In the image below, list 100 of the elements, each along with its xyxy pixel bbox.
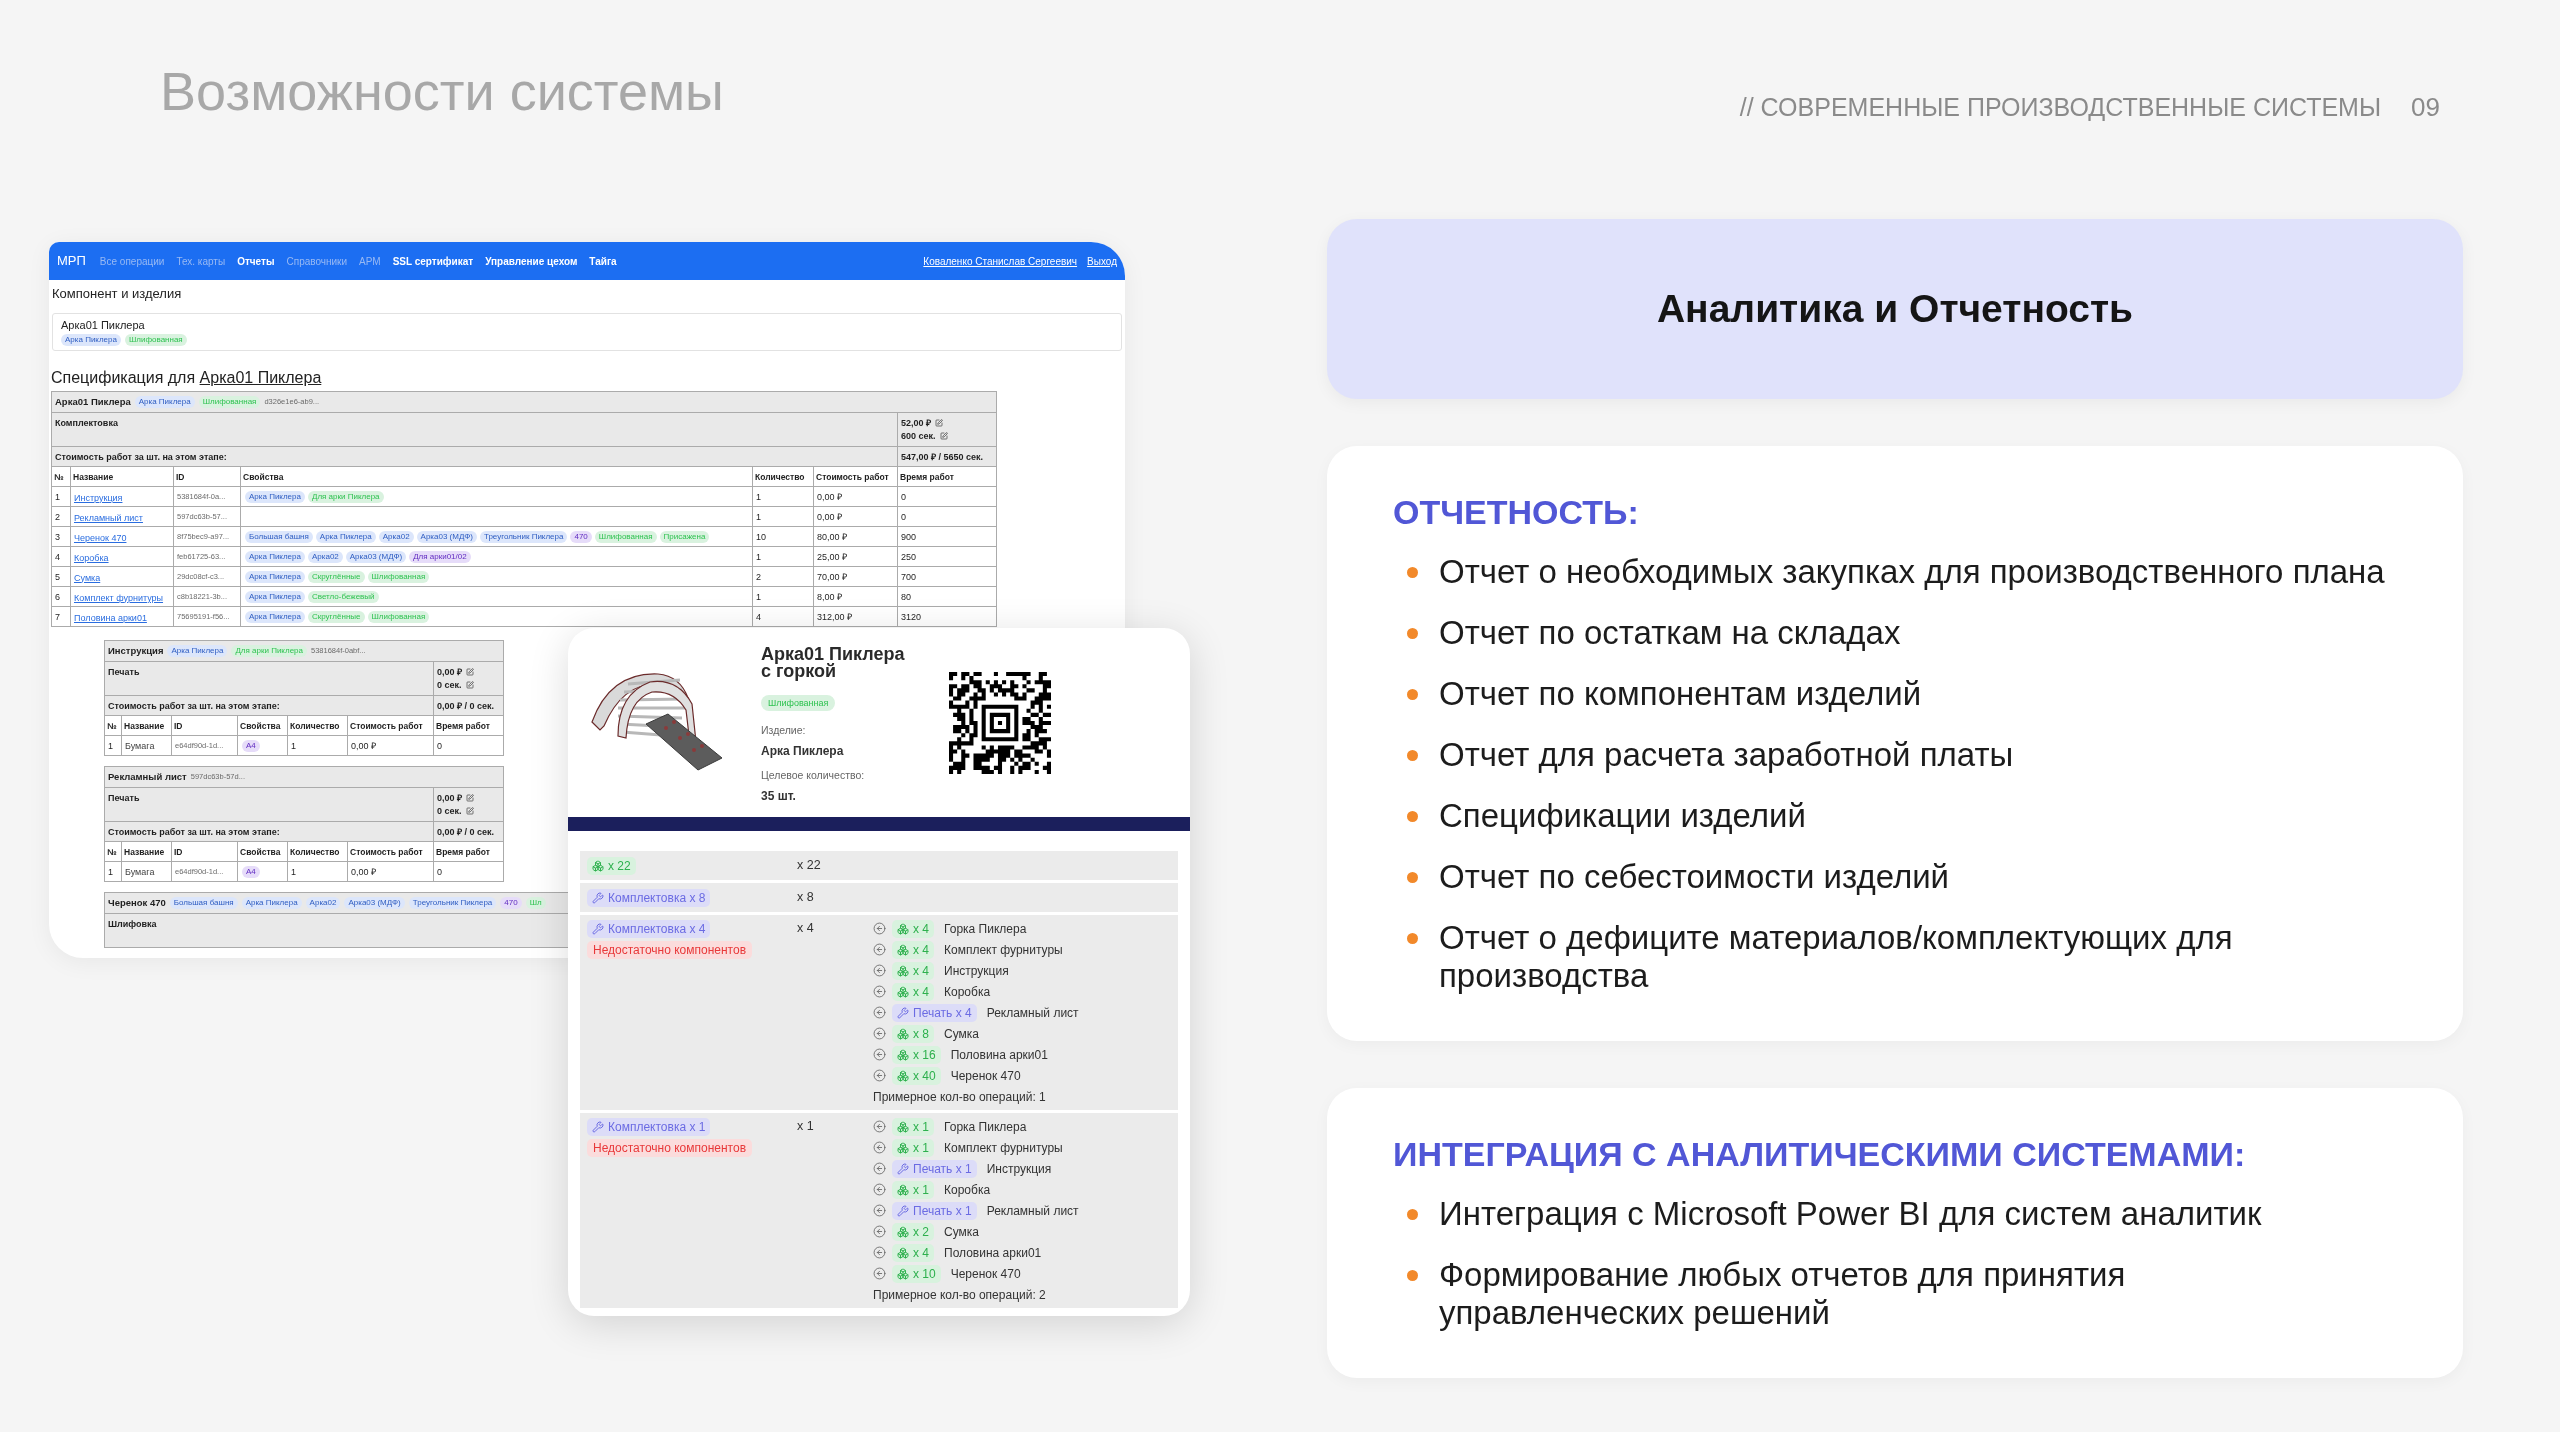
- arrow-left-icon[interactable]: [873, 964, 886, 977]
- arrow-left-icon[interactable]: [873, 1246, 886, 1259]
- table-cell: 8,00 ₽: [813, 586, 898, 607]
- component-name: Инструкция: [944, 962, 1009, 980]
- table-cell: 0,00 ₽ / 0 сек.: [433, 821, 504, 842]
- table-cell: Печать: [104, 787, 434, 822]
- edit-icon[interactable]: [935, 418, 944, 427]
- warning-badge: Недостаточно компонентов: [587, 1138, 752, 1157]
- field-value: 35 шт.: [761, 789, 797, 803]
- table-cell: 80,00 ₽: [813, 526, 898, 547]
- edit-icon[interactable]: [939, 431, 948, 440]
- property-tag: Арка Пиклера: [61, 334, 121, 346]
- property-tag: Треугольник Пиклера: [408, 897, 497, 909]
- column-header: Название: [121, 841, 172, 862]
- app-logo[interactable]: МРП: [57, 251, 86, 271]
- section-heading: ОТЧЕТНОСТЬ:: [1393, 492, 1640, 532]
- badge-text: x 4: [913, 984, 929, 999]
- arrow-left-icon[interactable]: [873, 1267, 886, 1280]
- arrow-left-icon[interactable]: [873, 1183, 886, 1196]
- edit-icon[interactable]: [465, 806, 474, 815]
- badge-text: Печать x 1: [913, 1203, 972, 1218]
- arrow-left-icon[interactable]: [873, 985, 886, 998]
- table-cell: 5: [51, 566, 71, 587]
- bullet-icon: [1407, 628, 1418, 639]
- spec-title: Арка01 Пиклера: [55, 396, 131, 408]
- logout-link[interactable]: Выход: [1087, 253, 1117, 269]
- arrow-left-icon[interactable]: [873, 922, 886, 935]
- table-cell: 250: [897, 546, 997, 567]
- wrench-icon: [897, 1204, 909, 1217]
- nav-link[interactable]: Тайга: [589, 253, 617, 269]
- badge-text: Печать x 1: [913, 1161, 972, 1176]
- edit-icon[interactable]: [466, 793, 475, 802]
- table-cell: 1: [752, 586, 814, 607]
- property-tag: Арка Пиклера: [245, 550, 305, 563]
- operations-estimate: Примерное кол-во операций: 1: [873, 1088, 1046, 1106]
- column-header: Название: [70, 466, 174, 487]
- column-header: ID: [173, 466, 241, 487]
- badge-text: x 22: [608, 858, 631, 873]
- boxes-icon: [897, 1225, 909, 1238]
- feature-title: Аналитика и Отчетность: [1656, 285, 2134, 332]
- nav-link[interactable]: Отчеты: [237, 253, 275, 269]
- property-tag: Арка Пиклера: [245, 570, 305, 583]
- table-cell: 10: [752, 526, 814, 547]
- property-tag: Арка03 (МДФ): [416, 530, 477, 543]
- table-cell: 1: [287, 735, 348, 756]
- item-link[interactable]: Сумка: [74, 572, 101, 583]
- table-cell: 4: [752, 606, 814, 627]
- table-cell: 0: [897, 506, 997, 527]
- arrow-left-icon[interactable]: [873, 1006, 886, 1019]
- property-tag: Арка Пиклера: [245, 610, 305, 623]
- arrow-left-icon[interactable]: [873, 1162, 886, 1175]
- wrench-icon: [897, 1006, 909, 1019]
- arrow-left-icon[interactable]: [873, 943, 886, 956]
- badge-text: Комплектовка x 1: [608, 1119, 706, 1134]
- badge-text: x 1: [913, 1182, 929, 1197]
- table-cell: Стоимость работ за шт. на этом этапе:: [104, 821, 434, 842]
- product-link[interactable]: Арка01 Пиклера: [199, 369, 322, 386]
- edit-icon[interactable]: [465, 680, 474, 689]
- table-cell: 0: [433, 861, 504, 882]
- column-header: Свойства: [237, 841, 288, 862]
- arrow-left-icon[interactable]: [873, 1048, 886, 1061]
- quantity-text: x 8: [797, 889, 814, 907]
- section-heading: ИНТЕГРАЦИЯ С АНАЛИТИЧЕСКИМИ СИСТЕМАМИ:: [1393, 1134, 2247, 1174]
- product-title: Арка01 Пиклера с горкой: [761, 646, 906, 680]
- badge-text: x 4: [913, 921, 929, 936]
- time-value: 0 сек.: [437, 804, 462, 817]
- table-cell: 1: [752, 506, 814, 527]
- property-tag: Скруглённые: [307, 610, 365, 623]
- arrow-left-icon[interactable]: [873, 1069, 886, 1082]
- column-header: Свойства: [237, 715, 288, 736]
- table-cell: 2: [752, 566, 814, 587]
- table-cell: Стоимость работ за шт. на этом этапе:: [104, 695, 434, 716]
- arrow-left-icon[interactable]: [873, 1027, 886, 1040]
- nav-link[interactable]: SSL сертификат: [392, 253, 474, 269]
- slide-subtitle: // СОВРЕМЕННЫЕ ПРОИЗВОДСТВЕННЫЕ СИСТЕМЫ: [1739, 91, 2382, 123]
- property-tag: 470: [500, 897, 522, 909]
- item-link[interactable]: Коробка: [74, 552, 109, 563]
- arrow-left-icon[interactable]: [873, 1141, 886, 1154]
- boxes-icon: [897, 985, 909, 998]
- property-tag: Арка Пиклера: [245, 490, 305, 503]
- arrow-left-icon[interactable]: [873, 1225, 886, 1238]
- table-cell: Бумага: [121, 735, 172, 756]
- badge-text: x 1: [913, 1119, 929, 1134]
- column-header: Свойства: [240, 466, 753, 487]
- property-tag: Для арки Пиклера: [231, 645, 307, 657]
- property-tag: Арка Пиклера: [315, 530, 376, 543]
- nav-link[interactable]: Управление цехом: [485, 253, 578, 269]
- arrow-left-icon[interactable]: [873, 1120, 886, 1133]
- user-link[interactable]: Коваленко Станислав Сергеевич: [923, 253, 1078, 269]
- property-tag: 470: [570, 530, 592, 543]
- edit-icon[interactable]: [466, 667, 475, 676]
- badge-text: x 2: [913, 1224, 929, 1239]
- arrow-left-icon[interactable]: [873, 1204, 886, 1217]
- property-tag: А4: [242, 865, 260, 878]
- property-tag: Шлифованная: [594, 530, 657, 543]
- wrench-icon: [592, 922, 604, 935]
- bullet-text: Отчет по компонентам изделий: [1439, 675, 1922, 713]
- badge-text: Комплектовка x 8: [608, 890, 706, 905]
- property-tag: Шлифованная: [761, 695, 836, 711]
- bullet-text: Отчет по себестоимости изделий: [1439, 858, 1950, 896]
